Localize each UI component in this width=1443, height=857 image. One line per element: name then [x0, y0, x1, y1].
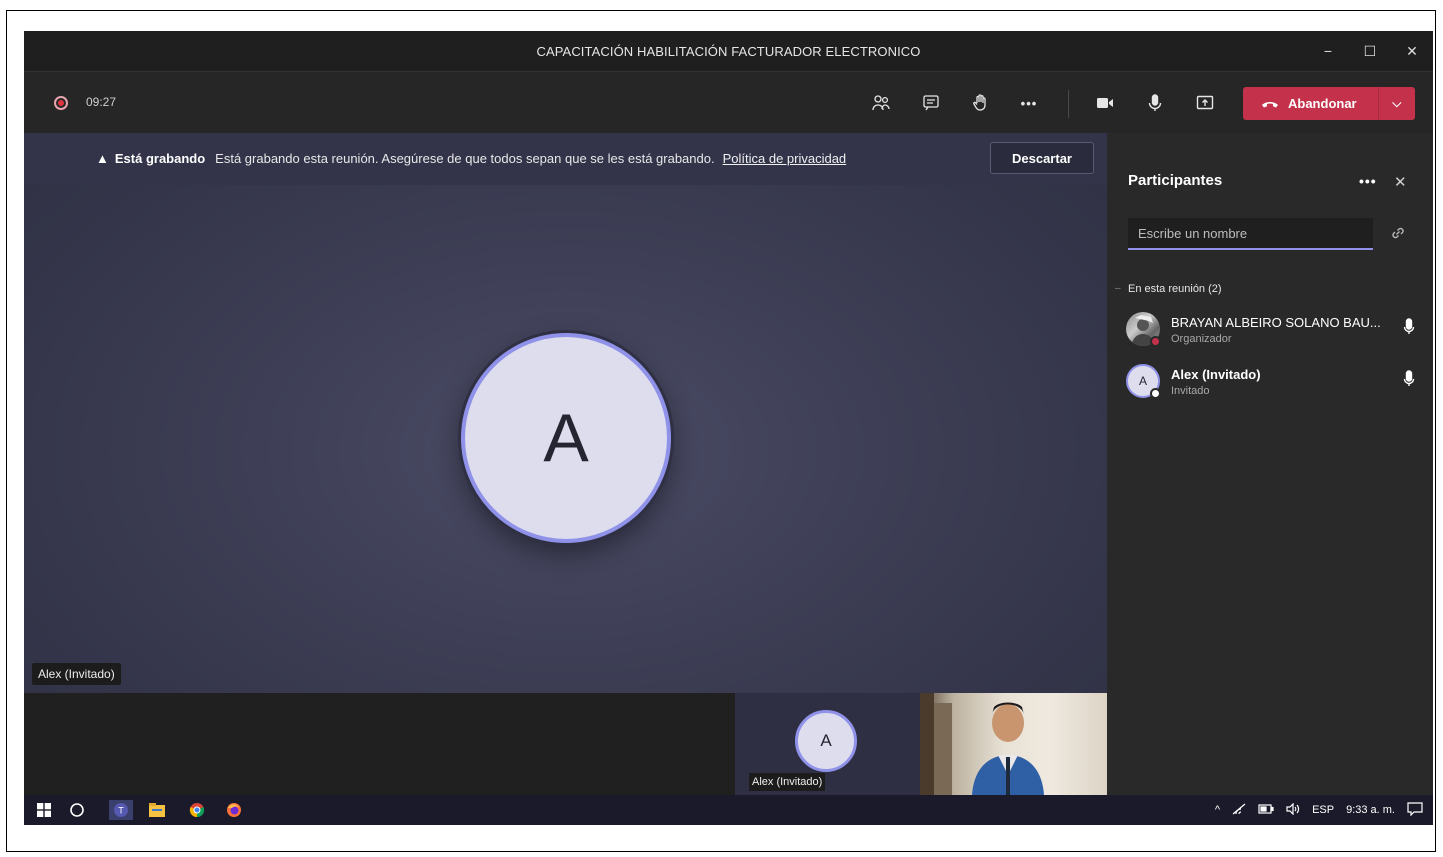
participant-role: Invitado — [1171, 385, 1210, 397]
chat-button[interactable] — [916, 88, 946, 118]
recording-banner: ▲ Está grabando Está grabando esta reuni… — [24, 133, 1107, 185]
leave-label: Abandonar — [1288, 96, 1357, 111]
recording-banner-text: ▲ Está grabando Está grabando esta reuni… — [96, 151, 846, 166]
hang-up-icon — [1262, 101, 1278, 107]
participant-avatar-large: A — [461, 333, 671, 543]
notifications-icon[interactable] — [1407, 801, 1423, 819]
close-window-button[interactable]: ✕ — [1391, 43, 1433, 60]
hand-icon — [973, 94, 986, 111]
participant-row[interactable]: A Alex (Invitado) Invitado — [1126, 364, 1426, 404]
participants-panel: Participantes ••• ✕ – En esta reunión (2… — [1107, 133, 1433, 795]
participants-button[interactable] — [866, 88, 896, 118]
recording-time: 09:27 — [86, 95, 117, 109]
leave-main-area[interactable]: Abandonar — [1243, 96, 1378, 111]
stage-participant-name: Alex (Invitado) — [32, 663, 121, 685]
panel-more-button[interactable]: ••• — [1359, 173, 1377, 189]
more-actions-button[interactable]: ••• — [1014, 88, 1044, 118]
tile-participant-name: Alex (Invitado) — [749, 773, 826, 791]
minimize-button[interactable]: − — [1307, 43, 1349, 59]
battery-icon[interactable] — [1258, 803, 1274, 817]
panel-close-button[interactable]: ✕ — [1394, 173, 1407, 191]
recording-banner-message: Está grabando esta reunión. Asegúrese de… — [215, 151, 715, 166]
chat-icon — [923, 95, 939, 111]
meeting-toolbar: 09:27 ••• Abandonar ⌵ — [24, 71, 1433, 163]
share-tray-icon — [1196, 95, 1214, 110]
svg-text:T: T — [118, 806, 124, 816]
system-tray: ^ ESP 9:33 a. m. — [1215, 795, 1423, 825]
panel-title: Participantes — [1128, 172, 1223, 189]
leave-options-chevron-icon[interactable]: ⌵ — [1379, 96, 1415, 111]
firefox-icon[interactable] — [224, 800, 244, 820]
title-bar: CAPACITACIÓN HABILITACIÓN FACTURADOR ELE… — [24, 31, 1433, 71]
in-meeting-section-label[interactable]: En esta reunión (2) — [1128, 283, 1222, 295]
chevron-up-icon[interactable]: ^ — [1215, 804, 1220, 816]
search-icon[interactable] — [67, 800, 87, 820]
window-controls: − ☐ ✕ — [1307, 31, 1433, 71]
camera-button[interactable] — [1090, 88, 1120, 118]
chrome-icon[interactable] — [187, 800, 207, 820]
share-screen-button[interactable] — [1190, 88, 1220, 118]
warning-icon: ▲ — [96, 151, 109, 166]
self-video-image — [920, 693, 1044, 795]
participant-name: BRAYAN ALBEIRO SOLANO BAU... — [1171, 315, 1381, 330]
share-link-icon[interactable] — [1390, 225, 1406, 246]
teams-meeting-window: CAPACITACIÓN HABILITACIÓN FACTURADOR ELE… — [24, 31, 1433, 795]
input-language[interactable]: ESP — [1312, 804, 1334, 816]
window-title: CAPACITACIÓN HABILITACIÓN FACTURADOR ELE… — [536, 43, 921, 59]
microphone-icon — [1148, 94, 1162, 111]
dismiss-button[interactable]: Descartar — [990, 142, 1094, 174]
file-explorer-icon[interactable] — [147, 800, 167, 820]
people-icon — [872, 95, 890, 111]
self-video-tile[interactable] — [920, 693, 1107, 795]
volume-icon[interactable] — [1286, 802, 1300, 818]
privacy-policy-link[interactable]: Política de privacidad — [723, 151, 847, 166]
participant-avatar-small: A — [795, 710, 857, 772]
recording-icon — [54, 96, 68, 110]
network-icon[interactable] — [1232, 803, 1246, 818]
windows-taskbar: T ^ ESP 9:33 a. m. — [24, 795, 1433, 825]
video-camera-icon — [1097, 98, 1113, 108]
windows-start-icon[interactable] — [34, 800, 54, 820]
maximize-button[interactable]: ☐ — [1349, 43, 1391, 60]
presence-status-icon — [1150, 336, 1161, 347]
microphone-button[interactable] — [1140, 88, 1170, 118]
clock[interactable]: 9:33 a. m. — [1346, 804, 1395, 816]
section-collapse-icon[interactable]: – — [1115, 283, 1121, 294]
recording-banner-title: Está grabando — [114, 151, 206, 166]
microphone-icon — [1403, 370, 1415, 393]
raise-hand-button[interactable] — [966, 88, 996, 118]
participant-name: Alex (Invitado) — [1171, 367, 1261, 382]
participant-search-input[interactable] — [1128, 218, 1373, 250]
teams-taskbar-icon[interactable]: T — [109, 800, 133, 820]
participant-role: Organizador — [1171, 333, 1232, 345]
presence-status-icon — [1150, 388, 1161, 399]
participant-tile-alex[interactable]: A Alex (Invitado) — [735, 693, 920, 795]
microphone-icon — [1403, 318, 1415, 341]
toolbar-divider — [1068, 90, 1069, 118]
leave-meeting-button[interactable]: Abandonar ⌵ — [1243, 87, 1415, 120]
participant-row[interactable]: BRAYAN ALBEIRO SOLANO BAU... Organizador — [1126, 312, 1426, 352]
